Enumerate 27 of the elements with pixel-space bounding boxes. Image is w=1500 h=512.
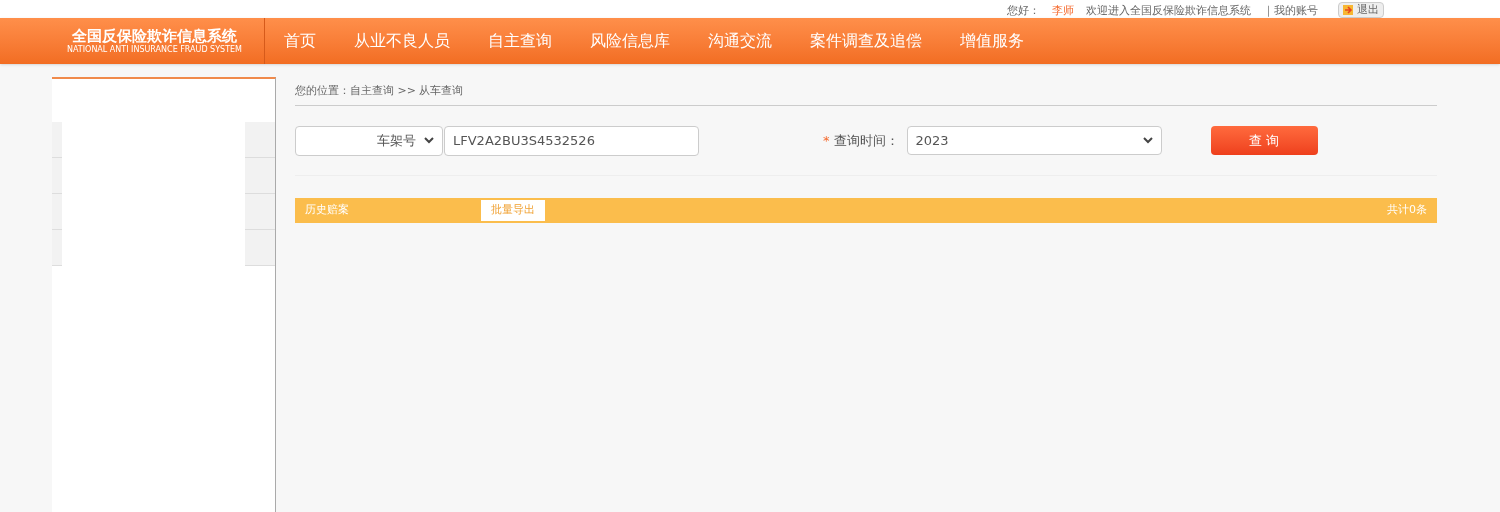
field-type-select[interactable]: 车架号	[295, 125, 443, 156]
logo-subtitle: NATIONAL ANTI INSURANCE FRAUD SYSTEM	[67, 45, 242, 55]
exit-icon	[1343, 5, 1353, 15]
export-button[interactable]: 批量导出	[481, 200, 545, 221]
logo-title: 全国反保险欺诈信息系统	[72, 27, 237, 45]
nav-link[interactable]: 从业不良人员	[354, 29, 450, 53]
vin-input[interactable]: LFV2A2BU3S4532526	[444, 125, 699, 156]
greeting-text: 您好：	[1007, 4, 1040, 18]
chevron-down-icon	[1142, 137, 1153, 144]
time-select[interactable]: 2023	[906, 126, 1162, 155]
search-button[interactable]: 查 询	[1210, 126, 1318, 155]
nav-link[interactable]: 首页	[284, 29, 316, 53]
breadcrumb: 您的位置：自主查询 >> 从车查询	[295, 83, 464, 100]
results-title: 历史赔案	[305, 202, 349, 219]
result-count: 共计0条	[1387, 202, 1427, 219]
nav-link[interactable]: 案件调查及追偿	[810, 29, 922, 53]
user-name: 李师	[1052, 4, 1074, 18]
nav-link[interactable]: 自主查询	[488, 29, 552, 53]
nav-link[interactable]: 沟通交流	[708, 29, 772, 53]
required-mark: *	[823, 131, 830, 150]
time-label: 查询时间：	[833, 131, 899, 150]
chevron-down-icon	[424, 137, 434, 144]
logout-button[interactable]: 退出	[1338, 2, 1384, 18]
welcome-text: 欢迎进入全国反保险欺诈信息系统	[1086, 4, 1251, 18]
nav-link[interactable]: 增值服务	[960, 29, 1024, 53]
nav-link[interactable]: 风险信息库	[590, 29, 670, 53]
account-link[interactable]: ｜我的账号	[1263, 4, 1318, 18]
